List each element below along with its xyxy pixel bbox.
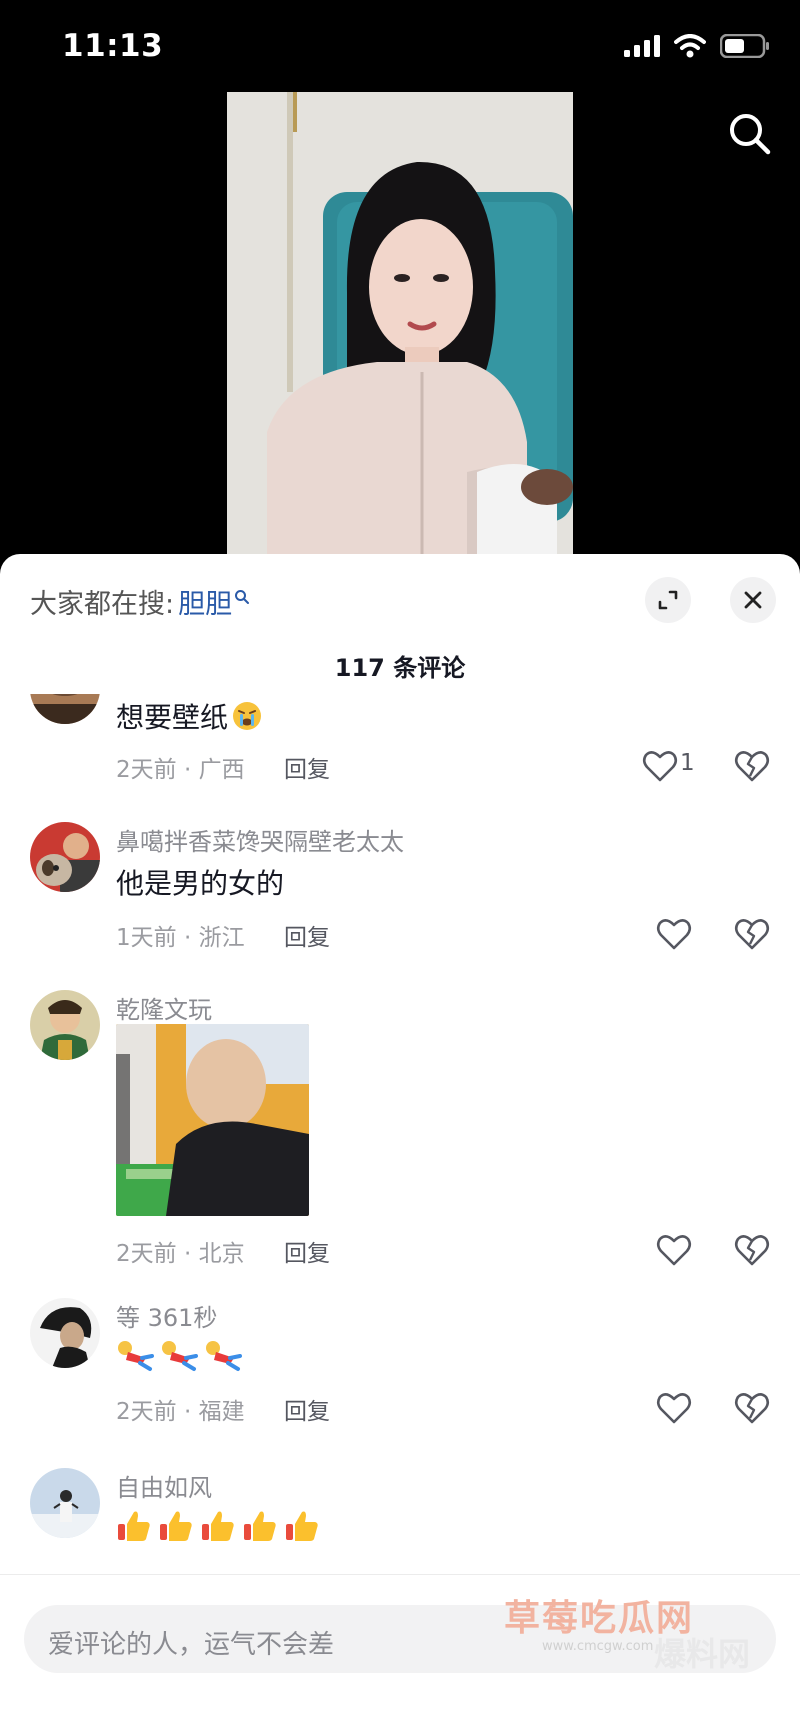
avatar[interactable] [30, 990, 100, 1060]
broken-heart-icon[interactable] [732, 914, 772, 954]
wifi-icon [674, 34, 706, 58]
broken-heart-icon[interactable] [732, 1388, 772, 1428]
avatar[interactable] [30, 1468, 100, 1538]
running-emoji-icon [206, 1341, 242, 1371]
reply-button[interactable]: 回复 [284, 750, 330, 784]
heart-outline-icon[interactable] [654, 1388, 694, 1428]
comment-count: 117 条评论 [334, 654, 466, 682]
comment-image[interactable] [116, 1024, 309, 1216]
signal-icon [624, 35, 660, 57]
comment-input-placeholder: 爱评论的人，运气不会差 [48, 1630, 335, 1660]
crying-emoji-icon [233, 702, 262, 730]
reply-button[interactable]: 回复 [284, 1392, 330, 1426]
comment-meta: 2天前 · 广西 [116, 757, 245, 783]
like-count: 1 [680, 750, 695, 776]
watermark-subtitle: 爆料网 [654, 1635, 751, 1673]
avatar[interactable] [30, 694, 100, 724]
small-search-icon [235, 589, 250, 604]
heart-outline-icon[interactable] [654, 1230, 694, 1270]
close-button[interactable] [730, 577, 776, 623]
comment-list[interactable]: 想要壁纸 2天前 · 广西 回复 1 鼻噶拌香菜馋哭隔壁老太太 他是男的女的 1… [0, 694, 800, 1624]
status-icons [624, 34, 770, 58]
heart-outline-icon[interactable] [654, 914, 694, 954]
expand-button[interactable] [645, 577, 691, 623]
thumbs-up-emoji-icon [202, 1511, 234, 1541]
running-emoji-icon [162, 1341, 198, 1371]
comment-meta: 1天前 · 浙江 [116, 925, 245, 951]
expand-icon [658, 590, 678, 610]
comment-text: 他是男的女的 [116, 867, 285, 900]
sheet-header: 大家都在搜: 胆胆 117 条评论 [0, 554, 800, 682]
username[interactable]: 等 361秒 [116, 1298, 217, 1333]
username[interactable]: 乾隆文玩 [116, 990, 212, 1025]
comment-text: 想要壁纸 [116, 696, 262, 736]
comment-input-bar: 爱评论的人，运气不会差 草莓吃瓜网 爆料网 www.cmcgw.com [0, 1574, 800, 1731]
comment-meta: 2天前 · 北京 [116, 1241, 245, 1267]
comment-emoji-row [116, 1508, 320, 1544]
thumbs-up-emoji-icon [118, 1511, 150, 1541]
username[interactable]: 自由如风 [116, 1468, 212, 1503]
status-bar: 11:13 [0, 0, 800, 92]
video-frame-illustration [227, 92, 573, 554]
reply-button[interactable]: 回复 [284, 918, 330, 952]
search-icon[interactable] [726, 110, 772, 156]
trending-prefix: 大家都在搜: [30, 589, 175, 620]
avatar[interactable] [30, 1298, 100, 1368]
comment-meta: 2天前 · 福建 [116, 1399, 245, 1425]
thumbs-up-emoji-icon [160, 1511, 192, 1541]
video-thumbnail[interactable] [227, 92, 573, 554]
running-emoji-icon [118, 1341, 154, 1371]
reply-button[interactable]: 回复 [284, 1234, 330, 1268]
close-icon [744, 591, 762, 609]
thumbs-up-emoji-icon [244, 1511, 276, 1541]
thumbs-up-emoji-icon [286, 1511, 318, 1541]
video-area[interactable] [0, 92, 800, 554]
watermark: 草莓吃瓜网 爆料网 www.cmcgw.com [504, 1589, 782, 1675]
username[interactable]: 鼻噶拌香菜馋哭隔壁老太太 [116, 822, 404, 857]
avatar[interactable] [30, 822, 100, 892]
broken-heart-icon[interactable] [732, 746, 772, 786]
heart-outline-icon[interactable] [640, 746, 680, 786]
broken-heart-icon[interactable] [732, 1230, 772, 1270]
battery-icon [720, 34, 769, 58]
trending-term[interactable]: 胆胆 [178, 582, 232, 621]
comment-emoji-row [116, 1338, 242, 1372]
trending-search[interactable]: 大家都在搜: 胆胆 [30, 582, 250, 621]
watermark-url: www.cmcgw.com [542, 1639, 654, 1654]
status-time: 11:13 [62, 28, 164, 64]
comment-text-value: 想要壁纸 [116, 701, 229, 734]
comment-sheet: 大家都在搜: 胆胆 117 条评论 想要壁纸 2天前 · 广西 回复 1 鼻噶拌… [0, 554, 800, 1731]
